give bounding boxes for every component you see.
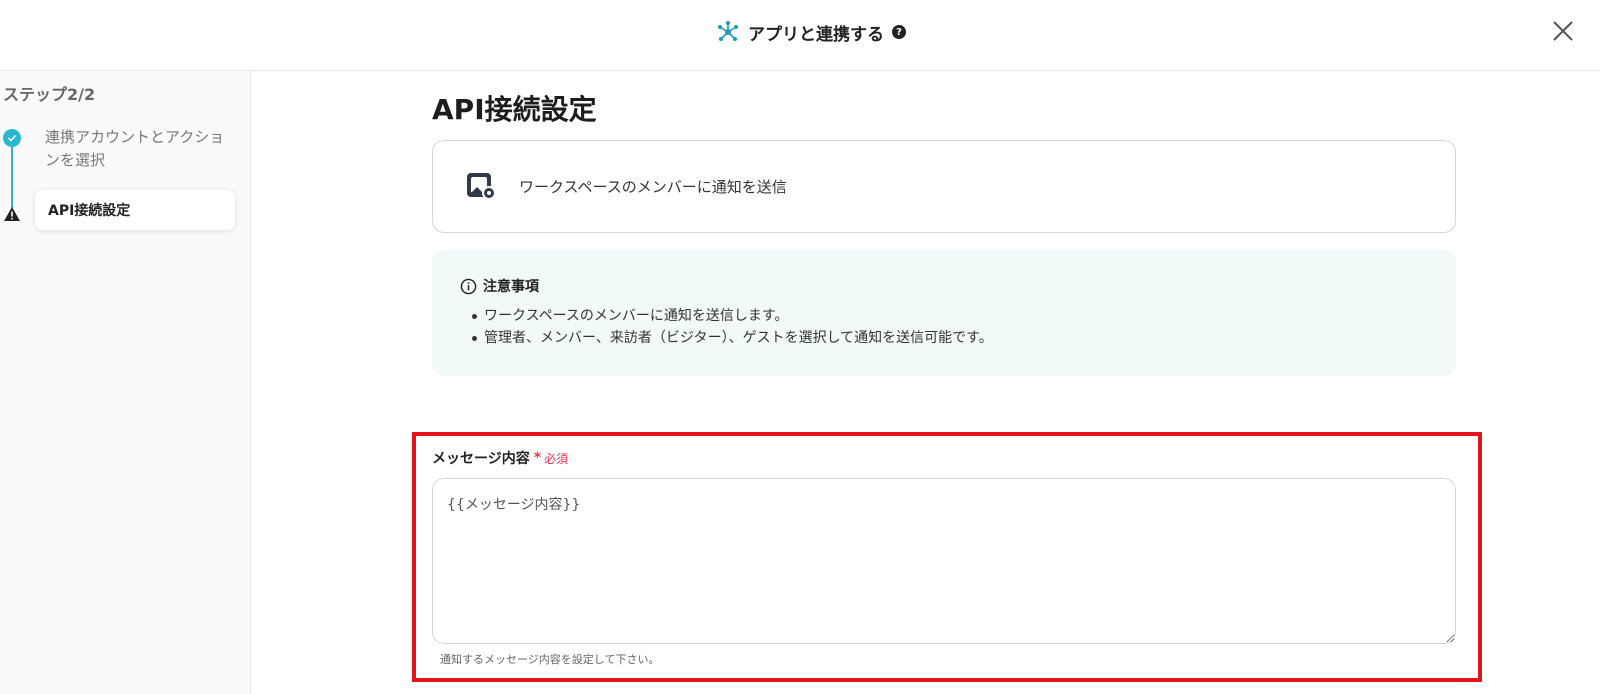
warning-icon [4, 207, 20, 221]
field-helper-text: 通知するメッセージ内容を設定して下さい。 [440, 653, 660, 666]
message-textarea[interactable]: {{メッセージ内容}} [432, 478, 1456, 644]
notice-box: 注意事項 ワークスペースのメンバーに通知を送信します。 管理者、メンバー、来訪者… [432, 250, 1456, 376]
page-title: API接続設定 [432, 93, 597, 126]
notice-header: 注意事項 [460, 276, 1456, 296]
info-icon [460, 278, 477, 294]
hub-icon [718, 21, 738, 41]
step-connector [11, 146, 13, 208]
action-label: ワークスペースのメンバーに通知を送信 [519, 178, 787, 196]
app-action-icon [467, 172, 496, 200]
close-icon[interactable] [1548, 16, 1578, 46]
step-sidebar: ステップ2/2 連携アカウントとアクションを選択 API接続設定 [0, 71, 251, 694]
message-field-label: メッセージ内容 * 必須 [432, 448, 568, 468]
notice-list: ワークスペースのメンバーに通知を送信します。 管理者、メンバー、来訪者（ビジター… [460, 305, 1456, 349]
list-item: ワークスペースのメンバーに通知を送信します。 [472, 305, 1456, 327]
header-title-group: アプリと連携する ? [716, 18, 906, 46]
required-text: 必須 [544, 451, 569, 466]
action-card: ワークスペースのメンバーに通知を送信 [432, 140, 1456, 233]
notice-heading: 注意事項 [483, 279, 539, 295]
check-icon [3, 129, 21, 147]
modal-header: アプリと連携する ? [0, 0, 1600, 71]
field-label-text: メッセージ内容 [432, 451, 530, 467]
required-mark: * [533, 450, 542, 466]
modal-title: アプリと連携する [748, 24, 884, 45]
sidebar-step-select-action[interactable]: 連携アカウントとアクションを選択 [45, 126, 235, 172]
step-counter: ステップ2/2 [3, 85, 96, 104]
help-icon[interactable]: ? [892, 25, 906, 39]
sidebar-step-api-settings[interactable]: API接続設定 [35, 190, 235, 230]
list-item: 管理者、メンバー、来訪者（ビジター）、ゲストを選択して通知を送信可能です。 [472, 327, 1456, 349]
